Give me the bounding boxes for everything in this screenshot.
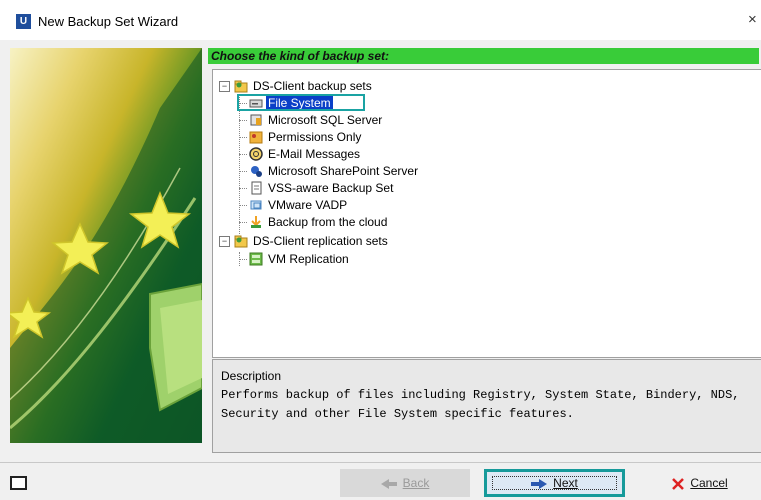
tree-node-ds-client-replication-sets[interactable]: − DS-Client replication sets [219, 233, 390, 249]
tree-node-backup-from-cloud[interactable]: Backup from the cloud [239, 214, 389, 230]
header-band: Choose the kind of backup set: [208, 48, 759, 64]
cancel-x-icon [672, 478, 685, 490]
tree-connector [239, 258, 247, 260]
sharepoint-icon [249, 164, 263, 178]
tree-node-label: Permissions Only [268, 130, 362, 144]
tree-connector [239, 170, 247, 172]
tree-node-label: DS-Client replication sets [253, 234, 388, 248]
tree-connector [239, 153, 247, 155]
selection-highlight [237, 94, 365, 111]
description-panel: Description Performs backup of files inc… [212, 359, 761, 453]
tree-node-label: VSS-aware Backup Set [268, 181, 394, 195]
vm-replication-icon [249, 252, 263, 266]
database-icon [249, 113, 263, 127]
cloud-download-icon [249, 215, 263, 229]
tree-node-email-messages[interactable]: E-Mail Messages [239, 146, 362, 162]
app-icon: U [16, 14, 31, 29]
collapse-icon[interactable]: − [219, 80, 230, 92]
vmware-icon [249, 198, 263, 212]
tree-node-label: VMware VADP [268, 198, 348, 212]
backup-type-tree[interactable]: − DS-Client backup sets File System Micr… [212, 69, 761, 358]
window-title: New Backup Set Wizard [38, 14, 179, 29]
tree-node-label: DS-Client backup sets [253, 79, 372, 93]
wizard-artwork [10, 48, 202, 443]
tree-connector [239, 119, 247, 121]
window-restore-icon[interactable] [10, 476, 27, 490]
tree-node-vss-aware-backup-set[interactable]: VSS-aware Backup Set [239, 180, 395, 196]
back-button[interactable]: Back [340, 469, 470, 497]
collapse-icon[interactable]: − [219, 235, 230, 247]
folder-group-icon [234, 79, 248, 93]
description-text: Performs backup of files including Regis… [221, 388, 740, 421]
tree-connector [239, 136, 247, 138]
key-icon [249, 130, 263, 144]
back-button-label: Back [402, 476, 430, 490]
page-heading: Choose the kind of backup set: [211, 49, 390, 63]
title-bar: U New Backup Set Wizard × [0, 0, 761, 40]
focus-outline [492, 476, 617, 490]
cancel-button[interactable]: Cancel [640, 469, 760, 497]
cancel-button-label: Cancel [690, 476, 728, 490]
tree-node-permissions-only[interactable]: Permissions Only [239, 129, 363, 145]
description-label: Description [221, 369, 282, 383]
tree-node-label: VM Replication [268, 252, 349, 266]
tree-node-vmware-vadp[interactable]: VMware VADP [239, 197, 349, 213]
document-icon [249, 181, 263, 195]
tree-node-vm-replication[interactable]: VM Replication [239, 251, 351, 267]
tree-node-ds-client-backup-sets[interactable]: − DS-Client backup sets [219, 78, 374, 94]
tree-connector [239, 187, 247, 189]
tree-connector [239, 221, 247, 223]
tree-node-label: E-Mail Messages [268, 147, 361, 161]
next-button[interactable]: Next [484, 469, 625, 497]
footer-divider [0, 462, 761, 463]
tree-node-microsoft-sql-server[interactable]: Microsoft SQL Server [239, 112, 384, 128]
tree-node-sharepoint-server[interactable]: Microsoft SharePoint Server [239, 163, 420, 179]
next-arrow-icon [531, 478, 548, 489]
tree-node-label: Backup from the cloud [268, 215, 388, 229]
folder-group-icon [234, 234, 248, 248]
email-icon [249, 147, 263, 161]
tree-node-label: Microsoft SQL Server [268, 113, 383, 127]
close-icon[interactable]: × [748, 11, 757, 28]
tree-node-label: Microsoft SharePoint Server [268, 164, 419, 178]
tree-connector [239, 204, 247, 206]
back-arrow-icon [380, 478, 397, 489]
